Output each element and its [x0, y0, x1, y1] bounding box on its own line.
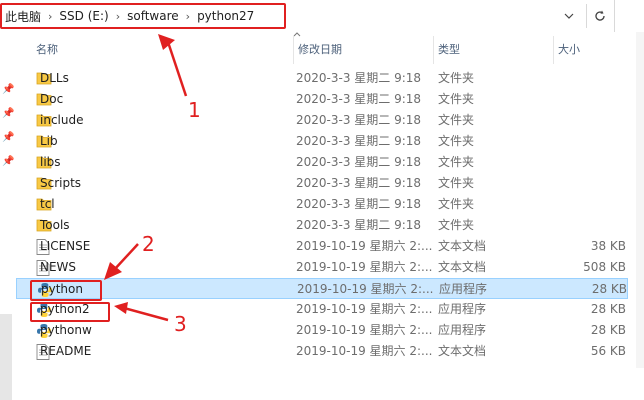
pin-icon[interactable]: 📌: [2, 84, 14, 96]
breadcrumb-drive[interactable]: SSD (E:): [56, 9, 111, 23]
file-row-lib[interactable]: Lib 2020-3-3 星期二 9:18 文件夹: [16, 131, 628, 152]
file-date: 2020-3-3 星期二 9:18: [296, 155, 422, 169]
file-row-doc[interactable]: Doc 2020-3-3 星期二 9:18 文件夹: [16, 89, 628, 110]
file-type: 文件夹: [438, 113, 475, 127]
column-header-date[interactable]: 修改日期: [294, 36, 434, 64]
file-type: 文本文档: [438, 344, 487, 358]
file-date: 2020-3-3 星期二 9:18: [296, 197, 422, 211]
file-row-tcl[interactable]: tcl 2020-3-3 星期二 9:18 文件夹: [16, 194, 628, 215]
file-date: 2020-3-3 星期二 9:18: [296, 218, 422, 232]
file-name: libs: [40, 155, 61, 169]
breadcrumb[interactable]: 此电脑 › SSD (E:) › software › python27: [0, 3, 286, 29]
address-bar[interactable]: 此电脑 › SSD (E:) › software › python27: [0, 0, 644, 32]
file-date: 2020-3-3 星期二 9:18: [296, 176, 422, 190]
file-name: Tools: [40, 218, 70, 232]
breadcrumb-software[interactable]: software: [124, 9, 182, 23]
file-name: include: [40, 113, 84, 127]
file-date: 2020-3-3 星期二 9:18: [296, 71, 422, 85]
file-size: 28 KB: [590, 302, 626, 316]
file-date: 2020-3-3 星期二 9:18: [296, 113, 422, 127]
file-row-libs[interactable]: libs 2020-3-3 星期二 9:18 文件夹: [16, 152, 628, 173]
file-row-readme[interactable]: README 2019-10-19 星期六 2:... 文本文档 56 KB: [16, 341, 628, 362]
file-size: [556, 194, 626, 215]
file-name: Doc: [40, 92, 64, 106]
file-size: [556, 152, 626, 173]
file-size: 38 KB: [590, 239, 626, 253]
file-size: [556, 131, 626, 152]
column-header-size[interactable]: 大小: [554, 36, 634, 64]
file-type: 应用程序: [439, 282, 488, 296]
pin-icon[interactable]: 📌: [2, 132, 14, 144]
breadcrumb-separator[interactable]: ›: [182, 10, 194, 23]
file-type: 文件夹: [438, 197, 475, 211]
annotation-number-1: 1: [188, 98, 201, 122]
file-name: LICENSE: [40, 239, 91, 253]
column-headers: 名称 修改日期 类型 大小: [16, 36, 636, 64]
pin-icon[interactable]: 📌: [2, 108, 14, 120]
file-size: [556, 68, 626, 89]
file-type: 文本文档: [438, 260, 487, 274]
file-date: 2019-10-19 星期六 2:...: [296, 239, 433, 253]
address-divider: [614, 0, 615, 32]
sort-arrow-icon: [293, 30, 303, 38]
file-size: [556, 215, 626, 236]
file-name: DLLs: [40, 71, 69, 85]
file-row-license[interactable]: LICENSE 2019-10-19 星期六 2:... 文本文档 38 KB: [16, 236, 628, 257]
file-date: 2019-10-19 星期六 2:...: [297, 282, 434, 296]
file-size: [556, 173, 626, 194]
file-size: [556, 89, 626, 110]
breadcrumb-separator[interactable]: ›: [112, 10, 124, 23]
file-type: 文件夹: [438, 134, 475, 148]
file-type: 应用程序: [438, 323, 487, 337]
file-name: python2: [40, 302, 90, 316]
file-size: 28 KB: [591, 282, 627, 296]
annotation-number-3: 3: [174, 312, 187, 336]
file-date: 2019-10-19 星期六 2:...: [296, 323, 433, 337]
file-row-pythonw[interactable]: pythonw 2019-10-19 星期六 2:... 应用程序 28 KB: [16, 320, 628, 341]
pin-icon[interactable]: 📌: [2, 156, 14, 168]
file-size: [556, 110, 626, 131]
column-header-type[interactable]: 类型: [434, 36, 554, 64]
file-name: README: [40, 344, 92, 358]
chevron-down-icon[interactable]: [556, 4, 582, 28]
file-size: 28 KB: [590, 323, 626, 337]
file-type: 文件夹: [438, 155, 475, 169]
file-type: 文本文档: [438, 239, 487, 253]
file-date: 2019-10-19 星期六 2:...: [296, 302, 433, 316]
file-row-news[interactable]: NEWS 2019-10-19 星期六 2:... 文本文档 508 KB: [16, 257, 628, 278]
file-row-python[interactable]: python 2019-10-19 星期六 2:... 应用程序 28 KB: [16, 278, 628, 299]
refresh-icon[interactable]: [586, 4, 613, 28]
file-name: Scripts: [40, 176, 82, 190]
file-type: 文件夹: [438, 71, 475, 85]
annotation-number-2: 2: [142, 232, 155, 256]
file-row-python2[interactable]: python2 2019-10-19 星期六 2:... 应用程序 28 KB: [16, 299, 628, 320]
breadcrumb-this-pc[interactable]: 此电脑: [2, 8, 44, 25]
file-name: python: [41, 282, 83, 296]
file-name: tcl: [40, 197, 55, 211]
vertical-scrollbar[interactable]: [636, 32, 644, 368]
file-name: NEWS: [40, 260, 77, 274]
file-type: 文件夹: [438, 92, 475, 106]
file-size: 56 KB: [590, 344, 626, 358]
file-name: Lib: [40, 134, 58, 148]
column-header-name[interactable]: 名称: [32, 36, 294, 64]
file-row-dlls[interactable]: DLLs 2020-3-3 星期二 9:18 文件夹: [16, 68, 628, 89]
file-date: 2020-3-3 星期二 9:18: [296, 92, 422, 106]
file-row-include[interactable]: include 2020-3-3 星期二 9:18 文件夹: [16, 110, 628, 131]
file-type: 文件夹: [438, 218, 475, 232]
breadcrumb-python27[interactable]: python27: [194, 9, 257, 23]
file-date: 2019-10-19 星期六 2:...: [296, 344, 433, 358]
file-size: 508 KB: [583, 260, 626, 274]
file-row-scripts[interactable]: Scripts 2020-3-3 星期二 9:18 文件夹: [16, 173, 628, 194]
file-date: 2020-3-3 星期二 9:18: [296, 134, 422, 148]
breadcrumb-separator[interactable]: ›: [44, 10, 56, 23]
nav-scrollbar[interactable]: [0, 314, 12, 400]
file-date: 2019-10-19 星期六 2:...: [296, 260, 433, 274]
file-type: 文件夹: [438, 176, 475, 190]
file-type: 应用程序: [438, 302, 487, 316]
file-row-tools[interactable]: Tools 2020-3-3 星期二 9:18 文件夹: [16, 215, 628, 236]
navigation-pane: 📌 📌 📌 📌: [0, 32, 16, 400]
file-name: pythonw: [40, 323, 92, 337]
